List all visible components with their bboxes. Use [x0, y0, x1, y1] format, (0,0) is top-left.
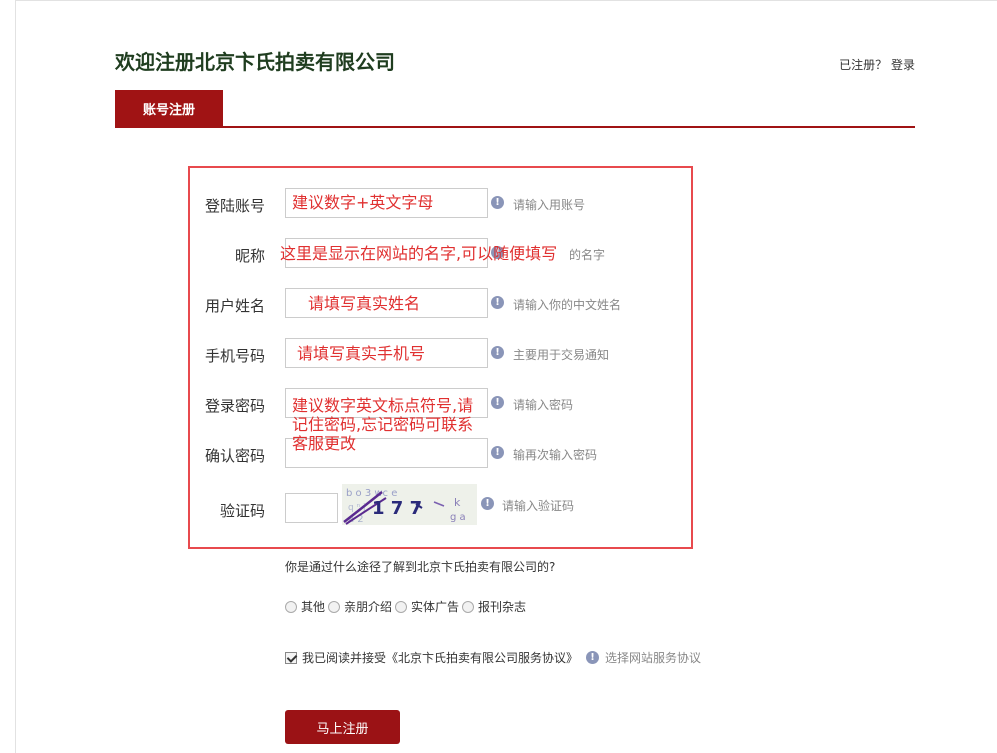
agreement-row: 我已阅读并接受《北京卞氏拍卖有限公司服务协议》 ! 选择网站服务协议 — [285, 649, 701, 666]
svg-text:g a: g a — [450, 512, 466, 523]
captcha-label: 验证码 — [219, 502, 265, 520]
captcha-image[interactable]: b o 3 wc e q ⁿ j a 2 k g a 1 7 7 — [342, 484, 477, 525]
radio-label: 亲朋介绍 — [344, 600, 393, 614]
nickname-annotation: 这里是显示在网站的名字,可以随便填写 — [280, 244, 558, 263]
radio-label: 其他 — [301, 600, 326, 614]
frame-top-border — [15, 0, 997, 1]
nickname-hint: 的名字 — [569, 248, 606, 262]
agreement-text[interactable]: 我已阅读并接受《北京卞氏拍卖有限公司服务协议》 — [302, 649, 578, 666]
info-icon: ! — [491, 196, 504, 209]
confirm-label: 确认密码 — [204, 447, 265, 465]
frame-left-border — [15, 0, 16, 753]
info-icon: ! — [481, 497, 494, 510]
realname-row: 用户姓名 ! 请输入你的中文姓名 请填写真实姓名 — [0, 288, 997, 320]
register-submit-button[interactable]: 马上注册 — [285, 710, 400, 744]
info-icon: ! — [491, 396, 504, 409]
captcha-hint: 请输入验证码 — [502, 499, 575, 513]
account-label: 登陆账号 — [204, 197, 265, 215]
survey-question: 你是通过什么途径了解到北京卞氏拍卖有限公司的? — [285, 560, 556, 574]
nickname-label: 昵称 — [234, 247, 265, 265]
confirm-hint: 输再次输入密码 — [513, 448, 598, 462]
radio-label: 报刊杂志 — [478, 600, 527, 614]
tab-account-register[interactable]: 账号注册 — [115, 90, 223, 127]
captcha-row: 验证码 b o 3 wc e q ⁿ j a 2 k g a 1 7 7 ! 请… — [0, 484, 997, 525]
radio-option-press[interactable]: 报刊杂志 — [462, 598, 526, 615]
info-icon: ! — [586, 651, 600, 664]
page-title: 欢迎注册北京卞氏拍卖有限公司 — [115, 50, 395, 74]
agreement-hint: 选择网站服务协议 — [605, 651, 702, 665]
agreement-checkbox[interactable] — [285, 651, 297, 664]
password-row: 登录密码 ! 请输入密码 — [0, 388, 997, 420]
survey-options: 其他 亲朋介绍 实体广告 报刊杂志 — [285, 598, 529, 615]
login-area: 已注册？ 登录 — [839, 56, 915, 73]
password-annotation-line-3: 客服更改 — [292, 434, 357, 453]
tab-underline — [115, 126, 915, 128]
info-icon: ! — [491, 346, 504, 359]
radio-label: 实体广告 — [411, 600, 460, 614]
realname-label: 用户姓名 — [204, 297, 265, 315]
radio-circle[interactable] — [285, 600, 297, 613]
info-icon: ! — [491, 296, 504, 309]
phone-annotation: 请填写真实手机号 — [297, 344, 426, 363]
nickname-row: 昵称 ! 的名字 这里是显示在网站的名字,可以随便填写 — [0, 238, 997, 270]
phone-row: 手机号码 ! 主要用于交易通知 请填写真实手机号 — [0, 338, 997, 370]
svg-text:k: k — [454, 496, 461, 509]
radio-circle[interactable] — [395, 600, 408, 613]
radio-circle[interactable] — [328, 600, 341, 613]
login-link[interactable]: 登录 — [891, 58, 915, 72]
account-hint: 请输入用账号 — [513, 198, 586, 212]
captcha-text: 1 7 7 — [372, 498, 422, 519]
already-registered-text: 已注册？ — [839, 58, 888, 72]
info-icon: ! — [491, 446, 504, 459]
password-annotation-line-2: 记住密码,忘记密码可联系 — [292, 415, 474, 434]
phone-label: 手机号码 — [204, 347, 265, 365]
confirm-row: 确认密码 ! 输再次输入密码 — [0, 438, 997, 470]
account-row: 登陆账号 ! 请输入用账号 建议数字+英文字母 — [0, 188, 997, 220]
captcha-input[interactable] — [285, 493, 338, 523]
radio-option-friends[interactable]: 亲朋介绍 — [328, 598, 392, 615]
radio-option-other[interactable]: 其他 — [285, 598, 325, 615]
phone-hint: 主要用于交易通知 — [513, 348, 610, 362]
account-annotation: 建议数字+英文字母 — [292, 193, 434, 212]
password-annotation-line-1: 建议数字英文标点符号,请 — [292, 396, 474, 415]
password-label: 登录密码 — [204, 397, 265, 415]
realname-hint: 请输入你的中文姓名 — [513, 298, 622, 312]
radio-circle[interactable] — [462, 600, 475, 613]
password-hint: 请输入密码 — [513, 398, 574, 412]
radio-option-ads[interactable]: 实体广告 — [395, 598, 459, 615]
realname-annotation: 请填写真实姓名 — [308, 294, 421, 313]
